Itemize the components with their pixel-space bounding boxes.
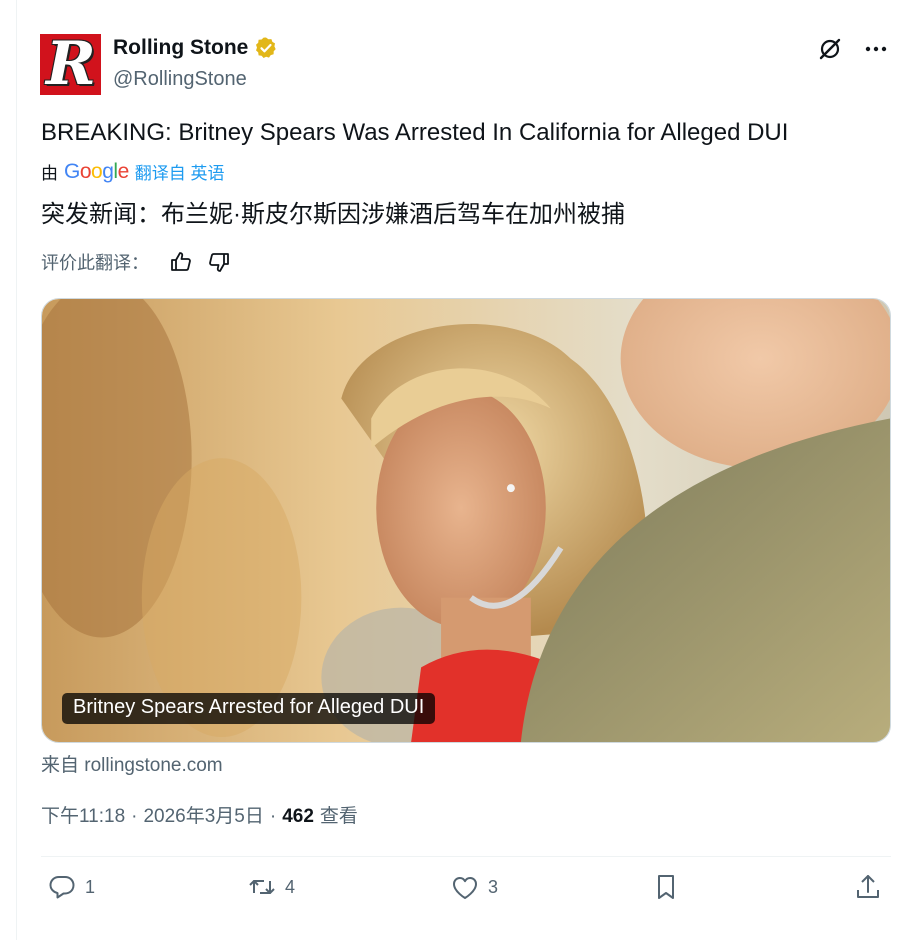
translated-text: 突发新闻：布兰妮·斯皮尔斯因涉嫌酒后驾车在加州被捕 [41,201,625,228]
like-button[interactable]: 3 [450,872,498,902]
retweet-count: 4 [285,876,296,897]
rate-translation-label: 评价此翻译： [41,253,149,273]
more-icon[interactable] [863,36,889,62]
account-name-row[interactable]: Rolling Stone [113,36,278,60]
account-name[interactable]: Rolling Stone [113,36,248,60]
google-letter: o [91,159,103,183]
tweet-meta: 下午11:18 · 2026年3月5日 · 462 查看 [41,801,358,828]
google-letter: o [79,159,92,183]
action-bar: 1 4 3 [41,872,891,912]
share-icon [857,875,879,898]
like-count: 3 [488,876,499,897]
avatar-letter: R [46,34,96,95]
retweet-button[interactable]: 4 [247,872,295,902]
reply-button[interactable]: 1 [47,872,95,902]
thumbs-down-icon[interactable] [207,250,231,274]
translated-by-prefix: 由 [41,164,58,183]
tweet-text: BREAKING: Britney Spears Was Arrested In… [41,119,789,146]
translated-by-row: 由 Google 翻译自 英语 [41,159,225,184]
google-letter: g [102,159,114,183]
tweet-date[interactable]: 2026年3月5日 [143,801,263,828]
grok-icon[interactable] [817,36,843,62]
views-count: 462 [282,806,314,827]
card-title: Britney Spears Arrested for Alleged DUI [62,693,436,724]
retweet-icon [249,880,275,894]
tweet-time[interactable]: 下午11:18 [41,801,125,828]
reply-icon [49,876,75,899]
avatar[interactable]: R [40,34,101,95]
card-source[interactable]: 来自 rollingstone.com [41,750,223,777]
bookmark-button[interactable] [651,872,681,902]
account-handle[interactable]: @RollingStone [113,68,247,91]
views-label: 查看 [319,806,358,827]
meta-separator: · [131,806,138,827]
rate-translation-row: 评价此翻译： [41,249,231,275]
google-logo: Google [64,160,129,184]
google-letter: G [64,159,80,183]
google-letter: e [117,159,130,183]
card-photo [42,299,890,742]
thumbs-up-icon[interactable] [169,250,193,274]
reply-count: 1 [85,876,96,897]
verified-badge-icon [256,37,277,58]
share-button[interactable] [853,872,883,902]
top-actions [817,36,889,62]
translate-source-link[interactable]: 翻译自 英语 [135,159,225,184]
bookmark-icon [658,875,674,899]
divider [41,856,891,857]
link-card[interactable]: Britney Spears Arrested for Alleged DUI [41,298,891,743]
like-icon [453,877,477,899]
meta-separator: · [269,806,277,827]
